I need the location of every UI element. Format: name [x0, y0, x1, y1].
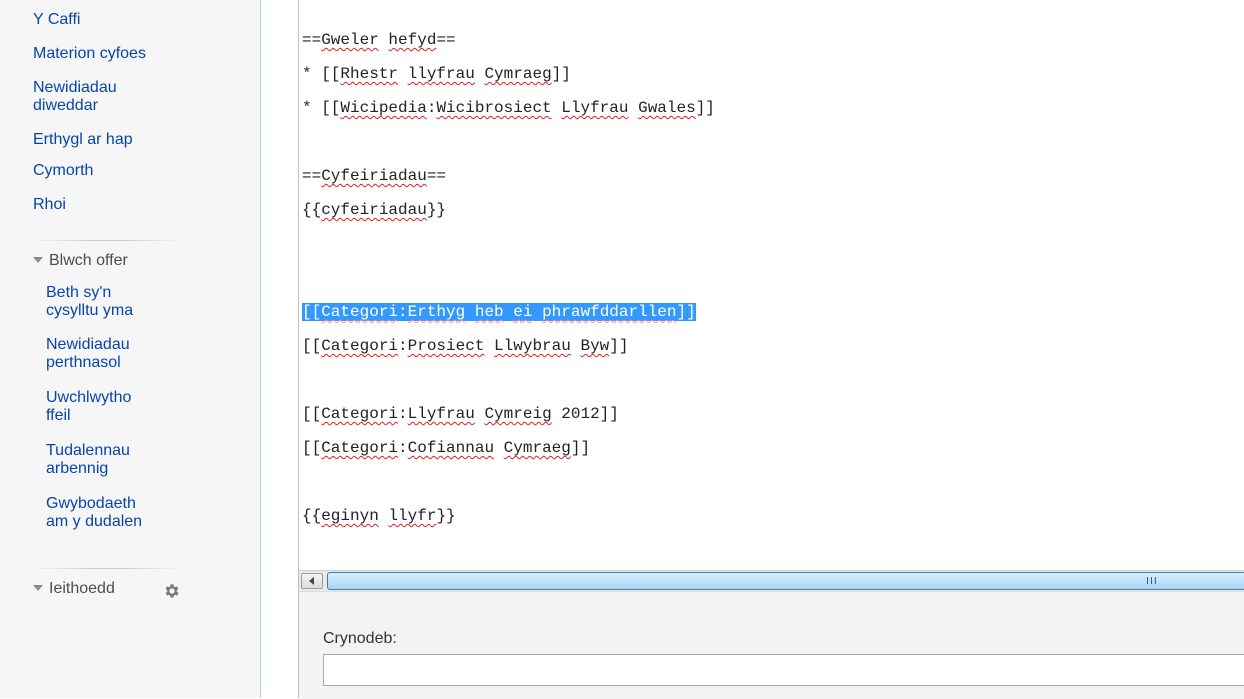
tool-link-upload-file[interactable]: Uwchlwytho ffeil [46, 389, 131, 425]
misspelled-word: Byw [580, 337, 610, 355]
nav-link-donate[interactable]: Rhoi [33, 196, 66, 214]
misspelled-word: Gwales [638, 99, 696, 117]
tool-link-page-information[interactable]: Gwybodaeth am y dudalen [46, 495, 142, 531]
code-line: * [[Rhestr llyfrau Cymraeg]] [302, 63, 571, 85]
gear-icon[interactable] [163, 582, 181, 600]
misspelled-word: Categori [321, 439, 399, 457]
nav-link-recent-changes-line1: Newidiadau [33, 79, 117, 96]
scrollbar-thumb[interactable]: III [327, 572, 1244, 590]
code-line: * [[Wicipedia:Wicibrosiect Llyfrau Gwale… [302, 97, 715, 119]
languages-heading-label: Ieithoedd [49, 580, 115, 597]
summary-input[interactable] [323, 654, 1244, 686]
scrollbar-grip: III [1146, 576, 1158, 587]
code-line-text: [[Categori:Erthyg heb ei phrawfddarllen]… [302, 303, 696, 321]
code-line: [[Categori:Llyfrau Cymreig 2012]] [302, 403, 619, 425]
code-line-text: ==Gweler hefyd== [302, 31, 456, 49]
misspelled-word: ei [513, 303, 533, 321]
code-line-text: * [[Wicipedia:Wicibrosiect Llyfrau Gwale… [302, 99, 715, 117]
code-line: ==Cyfeiriadau== [302, 165, 446, 187]
code-line: {{cyfeiriadau}} [302, 199, 446, 221]
nav-link-current-events[interactable]: Materion cyfoes [33, 45, 146, 63]
code-line-text: [[Categori:Llyfrau Cymreig 2012]] [302, 405, 619, 423]
tool-link-line2: ffeil [46, 407, 71, 424]
code-line-selected: [[Categori:Erthyg heb ei phrawfddarllen]… [302, 301, 696, 323]
misspelled-word: eginyn [321, 507, 379, 525]
misspelled-word: Erthyg [407, 303, 466, 321]
code-line-text: [[Categori:Prosiect Llwybrau Byw]] [302, 337, 629, 355]
misspelled-word: llyfrau [407, 65, 475, 83]
tool-link-line1: Beth sy'n [46, 284, 112, 301]
code-line: {{eginyn llyfr}} [302, 505, 456, 527]
languages-heading[interactable]: Ieithoedd [33, 580, 115, 598]
toolbox-heading[interactable]: Blwch offer [33, 252, 128, 270]
tool-link-line1: Tudalennau [46, 442, 130, 459]
code-line: [[Categori:Cofiannau Cymraeg]] [302, 437, 590, 459]
sidebar-divider [30, 568, 185, 569]
misspelled-word: Gweler [321, 31, 379, 49]
misspelled-word: Llwybrau [494, 337, 571, 355]
tool-link-special-pages[interactable]: Tudalennau arbennig [46, 442, 130, 478]
wikitext-editor[interactable]: ==Gweler hefyd== * [[Rhestr llyfrau Cymr… [299, 0, 1244, 570]
misspelled-word: cyfeiriadau [321, 201, 427, 219]
tool-link-line2: arbennig [46, 460, 109, 477]
tool-link-line1: Uwchlwytho [46, 389, 132, 406]
misspelled-word: Categori [321, 405, 399, 423]
horizontal-scrollbar[interactable]: III [299, 570, 1244, 591]
tool-link-line1: Newidiadau [46, 336, 130, 353]
code-line-text: {{cyfeiriadau}} [302, 201, 447, 219]
code-line: ==Gweler hefyd== [302, 29, 456, 51]
misspelled-word: Wicibrosiect [436, 99, 552, 117]
tool-link-related-changes[interactable]: Newidiadau perthnasol [46, 336, 130, 372]
code-line-text: [[Categori:Cofiannau Cymraeg]] [302, 439, 591, 457]
sidebar: Y Caffi Materion cyfoes Newidiadau diwed… [0, 0, 261, 698]
edit-summary-area: Crynodeb: [299, 591, 1244, 699]
tool-link-line1: Gwybodaeth [46, 495, 136, 512]
misspelled-word: llyfr [388, 507, 437, 525]
misspelled-word: Cymraeg [503, 439, 571, 457]
misspelled-word: heb [474, 303, 504, 321]
nav-link-cafe[interactable]: Y Caffi [33, 11, 80, 29]
collapse-triangle-icon [33, 256, 43, 263]
nav-link-recent-changes[interactable]: Newidiadau diweddar [33, 79, 117, 115]
misspelled-word: phrawfddarllen [542, 303, 677, 321]
misspelled-word: Wicipedia [340, 99, 427, 117]
nav-link-help[interactable]: Cymorth [33, 162, 93, 180]
sidebar-divider [30, 240, 185, 241]
misspelled-word: Cymraeg [484, 65, 552, 83]
misspelled-word: Cofiannau [407, 439, 495, 457]
misspelled-word: Llyfrau [407, 405, 475, 423]
nav-link-recent-changes-line2: diweddar [33, 97, 98, 114]
collapse-triangle-icon [33, 584, 43, 591]
tool-link-line2: cysylltu yma [46, 302, 134, 319]
code-line-text: {{eginyn llyfr}} [302, 507, 456, 525]
summary-label: Crynodeb: [323, 630, 397, 647]
tool-link-line2: perthnasol [46, 354, 121, 371]
code-line-text: ==Cyfeiriadau== [302, 167, 447, 185]
misspelled-word: Prosiect [407, 337, 485, 355]
misspelled-word: Cyfeiriadau [321, 167, 427, 185]
misspelled-word: hefyd [388, 31, 437, 49]
misspelled-word: Llyfrau [561, 99, 629, 117]
misspelled-word: Cymreig [484, 405, 552, 423]
toolbox-heading-label: Blwch offer [49, 252, 128, 269]
tool-link-line2: am y dudalen [46, 513, 143, 530]
misspelled-word: Rhestr [340, 65, 399, 83]
code-line: [[Categori:Prosiect Llwybrau Byw]] [302, 335, 628, 357]
misspelled-word: Categori [321, 303, 399, 321]
tool-link-what-links-here[interactable]: Beth sy'n cysylltu yma [46, 284, 133, 320]
misspelled-word: Categori [321, 337, 399, 355]
code-line-text: * [[Rhestr llyfrau Cymraeg]] [302, 65, 571, 83]
scroll-left-arrow-icon[interactable] [301, 573, 323, 589]
nav-link-random-article[interactable]: Erthygl ar hap [33, 131, 133, 149]
